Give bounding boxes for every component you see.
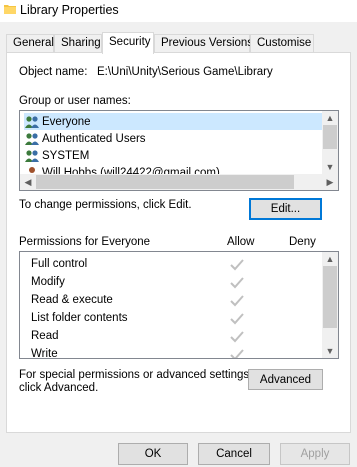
edit-button[interactable]: Edit... bbox=[249, 198, 322, 220]
tab-sharing[interactable]: Sharing bbox=[54, 34, 102, 53]
scroll-right-icon[interactable]: ▶ bbox=[322, 175, 338, 189]
permission-label: List folder contents bbox=[31, 312, 128, 324]
security-panel: Object name: E:\Uni\Unity\Serious Game\L… bbox=[6, 52, 351, 433]
title-bar: Library Properties bbox=[0, 0, 357, 22]
tab-strip: General Sharing Security Previous Versio… bbox=[6, 32, 351, 54]
group-users-label: Group or user names: bbox=[19, 95, 131, 107]
check-icon bbox=[230, 331, 244, 343]
check-icon bbox=[230, 259, 244, 271]
scroll-thumb[interactable] bbox=[323, 125, 337, 149]
ok-button[interactable]: OK bbox=[118, 443, 188, 465]
permission-label: Full control bbox=[31, 258, 88, 270]
scroll-down-icon[interactable]: ▼ bbox=[322, 344, 338, 358]
scroll-up-icon[interactable]: ▲ bbox=[322, 111, 338, 125]
advanced-button[interactable]: Advanced bbox=[248, 369, 323, 390]
tab-customise[interactable]: Customise bbox=[250, 34, 314, 53]
list-item-label: Authenticated Users bbox=[42, 132, 146, 145]
tab-previous-versions[interactable]: Previous Versions bbox=[154, 34, 253, 53]
scroll-left-icon[interactable]: ◀ bbox=[20, 175, 36, 189]
scroll-down-icon[interactable]: ▼ bbox=[322, 160, 338, 174]
permission-label: Read & execute bbox=[31, 294, 113, 306]
group-list-hscrollbar[interactable]: ◀ ▶ bbox=[20, 174, 338, 190]
users-group-icon bbox=[25, 149, 39, 162]
permission-label: Modify bbox=[31, 276, 65, 288]
object-name-value: E:\Uni\Unity\Serious Game\Library bbox=[97, 66, 273, 78]
folder-icon bbox=[4, 5, 16, 14]
permissions-list[interactable]: Full control Modify Read & execute List … bbox=[19, 251, 339, 359]
window-title: Library Properties bbox=[20, 3, 119, 17]
users-group-icon bbox=[25, 132, 39, 145]
scroll-thumb[interactable] bbox=[323, 266, 337, 328]
deny-header: Deny bbox=[289, 236, 316, 248]
group-list-vscrollbar[interactable]: ▲ ▼ bbox=[322, 111, 338, 174]
apply-button[interactable]: Apply bbox=[280, 443, 350, 465]
permission-label: Write bbox=[31, 348, 58, 359]
tab-security[interactable]: Security bbox=[102, 32, 154, 54]
scroll-thumb[interactable] bbox=[36, 175, 294, 189]
permissions-header: Permissions for Everyone bbox=[19, 236, 151, 248]
allow-header: Allow bbox=[227, 236, 255, 248]
advanced-hint-line2: click Advanced. bbox=[19, 382, 99, 394]
tab-general[interactable]: General bbox=[6, 34, 54, 53]
check-icon bbox=[230, 277, 244, 289]
list-item-label: SYSTEM bbox=[42, 149, 90, 162]
list-item-label: Everyone bbox=[42, 115, 91, 128]
permissions-vscrollbar[interactable]: ▲ ▼ bbox=[322, 252, 338, 358]
check-icon bbox=[230, 313, 244, 325]
list-item-everyone[interactable]: Everyone bbox=[24, 113, 322, 130]
check-icon bbox=[230, 349, 244, 358]
scroll-up-icon[interactable]: ▲ bbox=[322, 252, 338, 266]
advanced-hint-line1: For special permissions or advanced sett… bbox=[19, 369, 253, 381]
list-item-authenticated-users[interactable]: Authenticated Users bbox=[24, 130, 146, 147]
object-name-label: Object name: bbox=[19, 66, 88, 78]
check-icon bbox=[230, 295, 244, 307]
list-item-system[interactable]: SYSTEM bbox=[24, 147, 89, 164]
cancel-button[interactable]: Cancel bbox=[198, 443, 270, 465]
users-group-icon bbox=[25, 115, 39, 128]
permission-label: Read bbox=[31, 330, 59, 342]
change-permissions-hint: To change permissions, click Edit. bbox=[19, 199, 192, 211]
group-user-list[interactable]: Everyone Authenticated Users SYSTEM Will… bbox=[19, 110, 339, 191]
